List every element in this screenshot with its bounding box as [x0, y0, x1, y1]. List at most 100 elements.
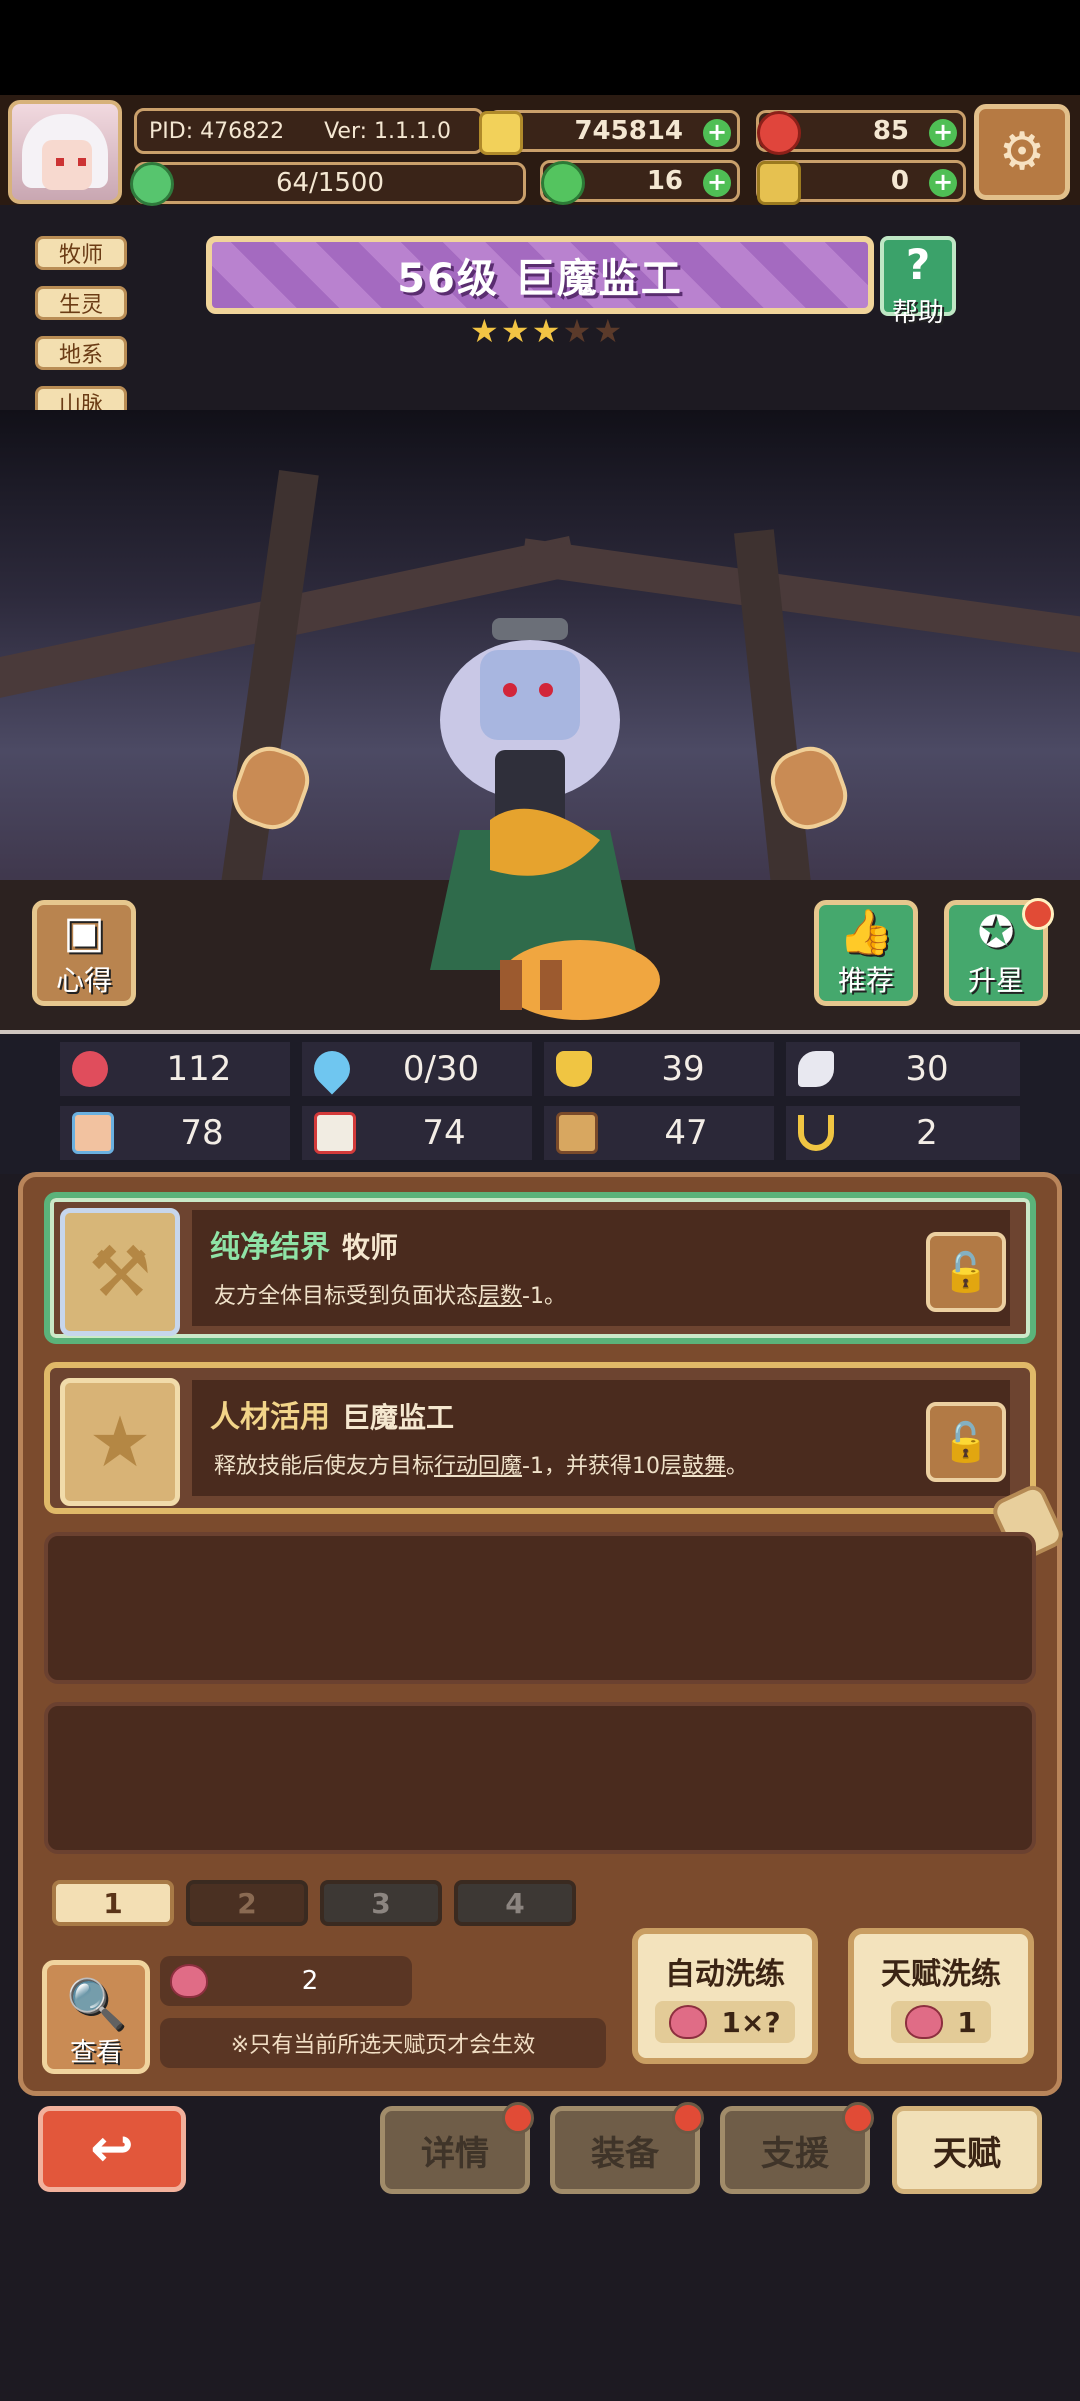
add-gem-button[interactable]: +	[929, 119, 957, 147]
talent-description: 释放技能后使友方目标行动回魔-1，并获得10层鼓舞。	[214, 1448, 748, 1480]
view-label: 查看	[69, 2038, 122, 2068]
talent-name: 人材活用 巨魔监工	[210, 1392, 454, 1436]
scroll-icon: ▣	[63, 907, 105, 958]
auto-refine-button[interactable]: 自动洗练 1×?	[632, 1928, 818, 2064]
insight-label: 心得	[55, 964, 112, 997]
talent-name-text: 纯净结界	[210, 1230, 330, 1265]
avatar-eye	[78, 158, 86, 166]
auto-refine-cost: 1×?	[655, 2001, 795, 2043]
stat-defense: 39	[544, 1042, 774, 1096]
hammer-icon: ⚒	[60, 1208, 180, 1336]
notification-dot	[502, 2102, 534, 2134]
stat-luck: 2	[786, 1106, 1020, 1160]
stat-speed: 30	[786, 1042, 1020, 1096]
stat-magic-value: 74	[422, 1113, 466, 1153]
stat-attack-value: 78	[180, 1113, 224, 1153]
talent-refine-button[interactable]: 天赋洗练 1	[848, 1928, 1034, 2064]
notification-dot	[1022, 898, 1054, 930]
red-gem-icon	[757, 111, 801, 155]
lock-icon: 🔓	[942, 1249, 990, 1294]
experience-bar: 64/1500	[134, 162, 526, 204]
berry-icon	[669, 2005, 708, 2039]
talent-description: 友方全体目标受到负面状态层数-1。	[214, 1278, 566, 1310]
experience-value: 64/1500	[275, 168, 384, 198]
talent-card[interactable]: ⚒ 纯净结界 牧师 友方全体目标受到负面状态层数-1。 🔓	[44, 1192, 1036, 1344]
lock-icon: 🔓	[942, 1419, 990, 1464]
desc-text: -1。	[522, 1284, 566, 1309]
game-version: Ver: 1.1.1.0	[324, 118, 452, 144]
berry-icon	[170, 1964, 208, 1998]
add-key-button[interactable]: +	[929, 169, 957, 197]
gem-value: 85	[872, 116, 909, 146]
talent-page-tab-3[interactable]: 3	[320, 1880, 442, 1926]
tag-element[interactable]: 地系	[35, 336, 127, 370]
key-value: 0	[890, 166, 909, 196]
lock-button[interactable]: 🔓	[926, 1232, 1006, 1312]
star-filled-icon: ★	[531, 312, 561, 350]
auto-refine-label: 自动洗练	[665, 1957, 785, 1992]
horseshoe-icon	[798, 1115, 834, 1151]
keyword-link[interactable]: 鼓舞	[682, 1454, 726, 1479]
stat-luck-value: 2	[916, 1113, 938, 1153]
stat-magic: 74	[302, 1106, 532, 1160]
return-arrow-icon: ↩	[90, 2119, 134, 2179]
keyword-link[interactable]: 行动回魔	[434, 1454, 522, 1479]
help-button[interactable]: ? 帮助	[880, 236, 956, 328]
tag-class[interactable]: 牧师	[35, 236, 127, 270]
settings-button[interactable]: ⚙	[974, 104, 1070, 200]
talent-refine-label: 天赋洗练	[881, 1957, 1001, 1992]
talent-page-tab-2[interactable]: 2	[186, 1880, 308, 1926]
back-button[interactable]: ↩	[38, 2106, 186, 2192]
gold-counter: 745814 +	[479, 110, 740, 155]
wing-icon	[798, 1051, 834, 1087]
berry-count: 2	[301, 1966, 319, 1996]
talent-name: 纯净结界 牧师	[210, 1222, 398, 1266]
armor-icon	[556, 1112, 598, 1154]
gem-counter: 85 +	[756, 110, 966, 155]
keyword-link[interactable]: 层数	[478, 1284, 522, 1309]
player-id: PID: 476822	[149, 118, 285, 144]
notification-dot	[842, 2102, 874, 2134]
player-avatar[interactable]	[8, 100, 122, 204]
clover-value: 16	[646, 166, 683, 196]
recommend-button[interactable]: 👍 推荐	[814, 900, 918, 1006]
star-filled-icon: ★	[500, 312, 530, 350]
insight-button[interactable]: ▣ 心得	[32, 900, 136, 1006]
stat-mana-value: 0/30	[402, 1049, 480, 1089]
star-icon: ★	[60, 1378, 180, 1506]
notification-dot	[672, 2102, 704, 2134]
desc-text: -1，并获得10层	[522, 1454, 682, 1479]
talent-tab[interactable]: 天赋	[892, 2106, 1042, 2194]
hero-title: 56级 巨魔监工	[397, 256, 683, 302]
stat-hp: 112	[60, 1042, 290, 1096]
hero-character-sprite	[430, 618, 660, 1020]
desc-text: 释放技能后使友方目标	[214, 1454, 435, 1479]
desc-text: 友方全体目标受到负面状态	[214, 1284, 479, 1309]
key-icon	[757, 161, 801, 205]
stat-resist-value: 47	[664, 1113, 708, 1153]
talent-page-tab-4[interactable]: 4	[454, 1880, 576, 1926]
tag-race[interactable]: 生灵	[35, 286, 127, 320]
equipment-label: 装备	[591, 2133, 659, 2174]
status-bar-area	[0, 0, 1080, 95]
talent-class: 牧师	[342, 1231, 399, 1264]
talent-refine-cost-value: 1	[957, 2005, 977, 2039]
stat-mana: 0/30	[302, 1042, 532, 1096]
clover-xp-icon	[130, 162, 174, 206]
add-gold-button[interactable]: +	[703, 119, 731, 147]
talent-label: 天赋	[933, 2133, 1001, 2174]
talent-card[interactable]: ★ 人材活用 巨魔监工 释放技能后使友方目标行动回魔-1，并获得10层鼓舞。 🔓	[44, 1362, 1036, 1514]
add-clover-button[interactable]: +	[703, 169, 731, 197]
empty-talent-slot	[44, 1532, 1036, 1684]
lock-button[interactable]: 🔓	[926, 1402, 1006, 1482]
question-icon: ?	[905, 240, 931, 289]
berry-icon	[905, 2005, 944, 2039]
page-note-text: ※只有当前所选天赋页才会生效	[230, 2033, 536, 2058]
heart-icon	[72, 1051, 108, 1087]
talent-page-tab-1[interactable]: 1	[52, 1880, 174, 1926]
berry-counter: 2	[160, 1956, 412, 2006]
star-filled-icon: ★	[470, 312, 499, 350]
gear-icon: ⚙	[998, 122, 1046, 182]
star-up-label: 升星	[967, 964, 1024, 997]
view-button[interactable]: 🔍 查看	[42, 1960, 150, 2074]
